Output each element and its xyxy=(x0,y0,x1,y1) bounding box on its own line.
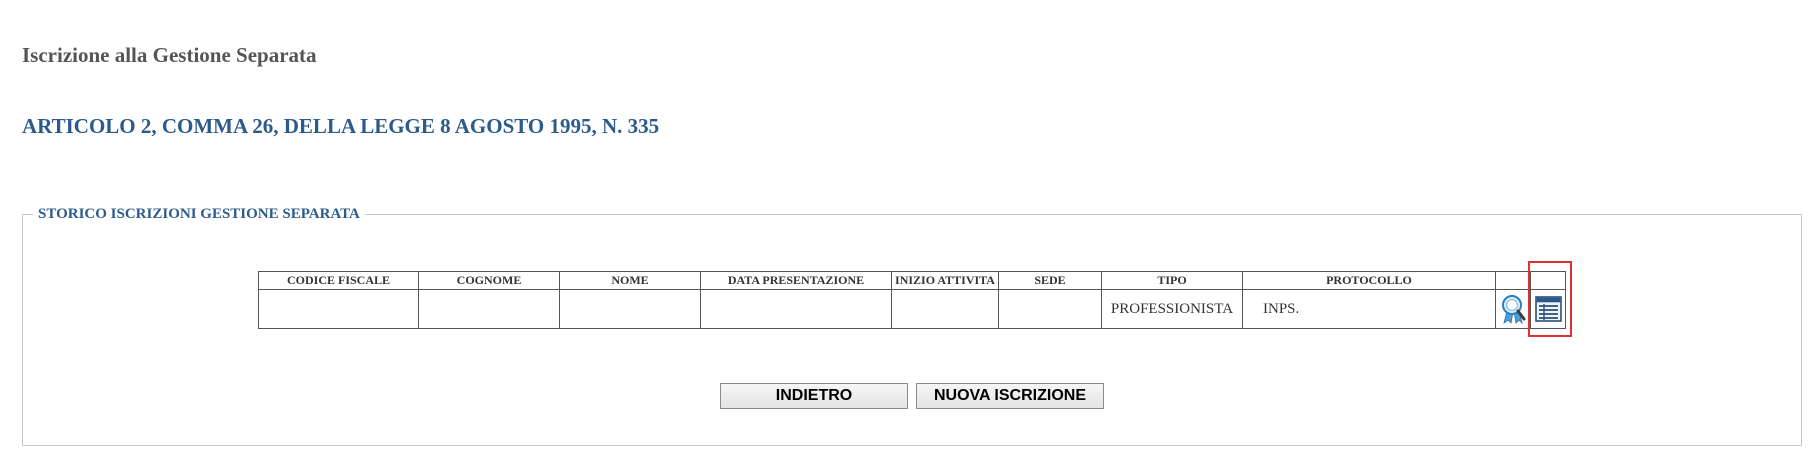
column-header-codice-fiscale: CODICE FISCALE xyxy=(258,271,419,290)
new-registration-button[interactable]: NUOVA ISCRIZIONE xyxy=(916,383,1104,409)
cell-data-presentazione xyxy=(700,289,892,329)
storico-table: CODICE FISCALE COGNOME NOME DATA PRESENT… xyxy=(258,271,1566,329)
storico-legend: STORICO ISCRIZIONI GESTIONE SEPARATA xyxy=(38,206,360,222)
column-header-action-view xyxy=(1495,271,1531,290)
column-header-inizio-attivita: INIZIO ATTIVITA xyxy=(891,271,999,290)
page-title: Iscrizione alla Gestione Separata xyxy=(22,43,317,67)
cell-protocollo: INPS. xyxy=(1242,289,1496,329)
page: Iscrizione alla Gestione Separata ARTICO… xyxy=(0,0,1812,465)
column-header-protocollo: PROTOCOLLO xyxy=(1242,271,1496,290)
view-action-cell[interactable] xyxy=(1495,289,1531,329)
back-button[interactable]: INDIETRO xyxy=(720,383,908,409)
cell-sede xyxy=(998,289,1102,329)
page-subtitle: ARTICOLO 2, COMMA 26, DELLA LEGGE 8 AGOS… xyxy=(22,114,660,138)
cell-tipo: PROFESSIONISTA xyxy=(1101,289,1243,329)
table-header-row: CODICE FISCALE COGNOME NOME DATA PRESENT… xyxy=(258,271,1566,290)
cell-inizio-attivita xyxy=(891,289,999,329)
magnifier-icon[interactable] xyxy=(1499,294,1527,324)
column-header-tipo: TIPO xyxy=(1101,271,1243,290)
cell-codice-fiscale xyxy=(258,289,419,329)
cell-cognome xyxy=(418,289,560,329)
table-row: PROFESSIONISTA INPS. xyxy=(258,289,1566,329)
column-header-sede: SEDE xyxy=(998,271,1102,290)
selection-highlight xyxy=(1528,261,1572,337)
column-header-cognome: COGNOME xyxy=(418,271,560,290)
cell-nome xyxy=(559,289,701,329)
column-header-data-presentazione: DATA PRESENTAZIONE xyxy=(700,271,892,290)
column-header-nome: NOME xyxy=(559,271,701,290)
